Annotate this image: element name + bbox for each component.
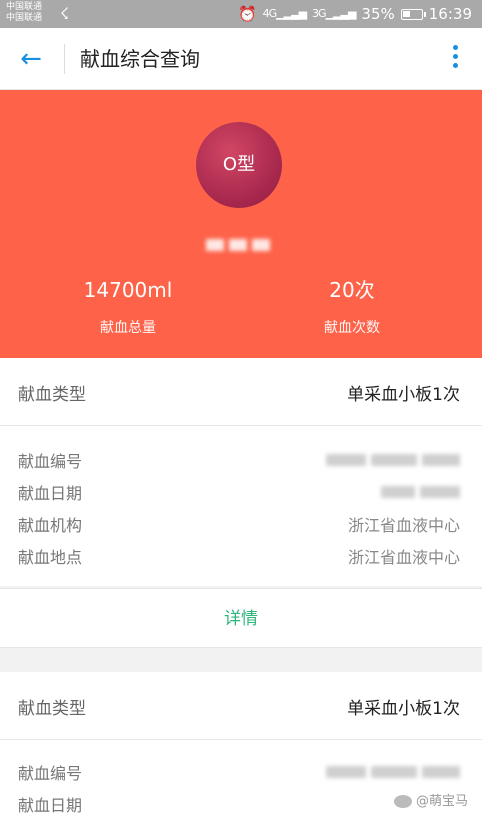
- record-field-date: 献血日期: [0, 474, 482, 506]
- field-value: 浙江省血液中心: [347, 548, 460, 567]
- back-arrow-icon[interactable]: ←: [14, 42, 48, 76]
- page-title: 献血综合查询: [80, 47, 200, 71]
- divider: [64, 44, 65, 74]
- blood-type-badge: O型: [196, 122, 282, 208]
- field-label: 献血编号: [18, 452, 83, 471]
- total-volume-stat: 14700ml 献血总量: [38, 276, 218, 338]
- carrier-info: 中国联通 中国联通: [6, 2, 42, 24]
- donation-count-stat: 20次 献血次数: [262, 276, 442, 338]
- record-field-id: 献血编号: [0, 442, 482, 474]
- record-field-id: 献血编号: [0, 754, 482, 786]
- notification-icon: ☇: [60, 4, 70, 23]
- alarm-icon: ⏰: [237, 5, 257, 23]
- weibo-watermark: @萌宝马: [393, 790, 468, 809]
- app-bar: ← 献血综合查询: [0, 28, 482, 90]
- record-type-row: 献血类型 单采血小板1次: [0, 672, 482, 740]
- field-label: 献血日期: [18, 796, 83, 815]
- weibo-logo-icon: [393, 795, 412, 808]
- details-link[interactable]: 详情: [0, 588, 482, 648]
- redacted-value: [321, 451, 460, 466]
- record-type-label: 献血类型: [18, 385, 86, 405]
- redacted-value: [321, 763, 460, 778]
- redacted-value: [376, 483, 460, 498]
- record-type-value: 单采血小板1次: [347, 385, 460, 405]
- donor-name-redacted: [206, 236, 278, 251]
- total-volume-label: 献血总量: [100, 320, 156, 336]
- field-label: 献血日期: [18, 484, 83, 503]
- summary-panel: O型 14700ml 献血总量 20次 献血次数: [0, 90, 482, 358]
- status-bar: 中国联通 中国联通 ☇ ⏰ 4G▁▂▃▅ 3G▁▂▃▅ 35% 16:39: [0, 0, 482, 28]
- field-label: 献血机构: [18, 516, 83, 535]
- carrier-2: 中国联通: [6, 13, 43, 23]
- clock: 16:39: [428, 5, 472, 23]
- donation-count-value: 20次: [329, 278, 375, 302]
- network-4g-icon: 4G▁▂▃▅: [262, 7, 307, 20]
- record-card: 献血类型 单采血小板1次 献血编号 献血日期 献血机构 浙江省血液中心 献血地点…: [0, 358, 482, 586]
- field-value: 浙江省血液中心: [347, 516, 460, 535]
- more-menu-icon[interactable]: [450, 45, 460, 73]
- battery-percent: 35%: [361, 5, 395, 23]
- field-label: 献血地点: [18, 548, 83, 567]
- carrier-1: 中国联通: [6, 2, 43, 12]
- field-label: 献血编号: [18, 764, 83, 783]
- record-field-org: 献血机构 浙江省血液中心: [0, 506, 482, 538]
- record-type-value: 单采血小板1次: [347, 699, 460, 719]
- battery-icon: [400, 8, 426, 20]
- record-type-label: 献血类型: [18, 699, 86, 719]
- status-right: ⏰ 4G▁▂▃▅ 3G▁▂▃▅ 35% 16:39: [238, 4, 472, 24]
- record-field-location: 献血地点 浙江省血液中心: [0, 538, 482, 570]
- total-volume-value: 14700ml: [83, 278, 173, 302]
- record-type-row: 献血类型 单采血小板1次: [0, 358, 482, 426]
- donation-count-label: 献血次数: [324, 320, 380, 336]
- network-3g-icon: 3G▁▂▃▅: [312, 7, 356, 20]
